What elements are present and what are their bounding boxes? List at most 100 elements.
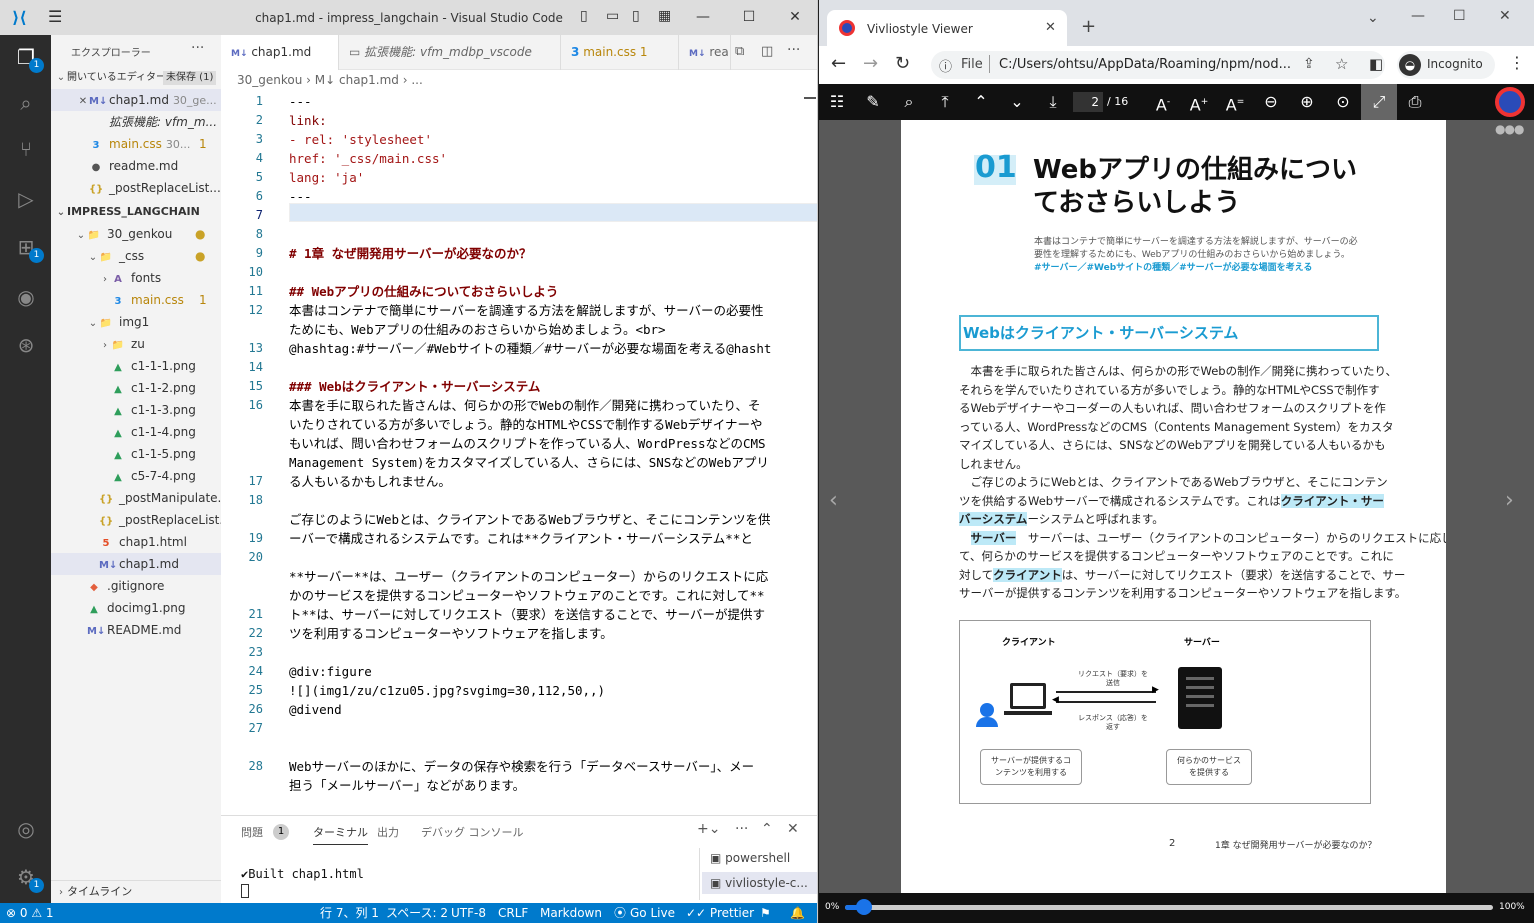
close-button[interactable]: ✕ xyxy=(1499,8,1511,24)
zoom-in-icon[interactable]: ⊕ xyxy=(1289,84,1325,120)
customize-layout-icon[interactable]: ▦ xyxy=(658,8,671,24)
share-icon[interactable]: ⇪ xyxy=(1303,56,1315,72)
source-control-icon[interactable]: ⑂ xyxy=(12,135,40,163)
tab-chap1-md[interactable]: M↓ chap1.md xyxy=(221,35,339,70)
zoom-out-icon[interactable]: ⊖ xyxy=(1253,84,1289,120)
search-icon[interactable]: ⌕ xyxy=(12,89,40,117)
page-number-input[interactable]: 2 xyxy=(1073,92,1103,112)
forward-icon[interactable]: → xyxy=(863,53,878,74)
extensions-icon[interactable]: ⊞ 1 xyxy=(12,233,44,263)
browser-tab[interactable]: Vivliostyle Viewer ✕ xyxy=(827,10,1067,46)
explorer-icon[interactable]: ❐ 1 xyxy=(12,43,44,73)
breadcrumb[interactable]: 30_genkou › M↓ chap1.md › ... xyxy=(237,73,423,87)
last-page-icon[interactable]: ⤓ xyxy=(1035,84,1071,120)
next-page-arrow-icon[interactable]: › xyxy=(1505,488,1514,513)
close-tab-icon[interactable]: ✕ xyxy=(1045,20,1056,35)
tab-output[interactable]: 出力 xyxy=(377,824,399,840)
status-problems[interactable]: ⊗ 0 ⚠ 1 xyxy=(6,903,54,923)
progress-knob[interactable] xyxy=(856,899,873,915)
next-page-icon[interactable]: ⌄ xyxy=(999,84,1035,120)
tree-item[interactable]: 5 chap1.html xyxy=(51,531,221,553)
font-reset-icon[interactable]: A= xyxy=(1217,84,1253,120)
open-editor-item[interactable]: 3 main.css 30... 1 xyxy=(51,133,221,155)
new-terminal-icon[interactable]: +⌄ xyxy=(697,821,720,837)
panel-more-icon[interactable]: ··· xyxy=(735,821,748,837)
back-icon[interactable]: ← xyxy=(831,53,846,74)
incognito-chip[interactable]: ◒ Incognito xyxy=(1397,51,1495,79)
bookmark-star-icon[interactable]: ☆ xyxy=(1335,55,1348,73)
tree-item[interactable]: ▲ c1-1-1.png xyxy=(51,355,221,377)
workspace-section[interactable]: ⌄ IMPRESS_LANGCHAIN xyxy=(51,201,221,223)
tree-item[interactable]: ⌄ 📁 _css ● xyxy=(51,245,221,267)
feedback-icon[interactable]: ⚑ xyxy=(760,903,771,923)
font-larger-icon[interactable]: A+ xyxy=(1181,84,1217,120)
reload-icon[interactable]: ↻ xyxy=(895,53,910,74)
tab-readme[interactable]: M↓ rea xyxy=(679,35,731,70)
toggle-panel-icon[interactable]: ▭ xyxy=(606,8,619,24)
tree-item[interactable]: › 📁 zu xyxy=(51,333,221,355)
tree-item[interactable]: ▲ c1-1-2.png xyxy=(51,377,221,399)
status-eol[interactable]: CRLF xyxy=(498,903,528,923)
close-panel-icon[interactable]: ✕ xyxy=(787,821,799,837)
open-editors-section[interactable]: ⌄ 開いているエディター 未保存 (1) xyxy=(51,67,221,89)
previous-page-icon[interactable]: ⌃ xyxy=(963,84,999,120)
more-actions-icon[interactable]: ··· xyxy=(191,40,204,56)
tree-item[interactable]: {} _postReplaceList... xyxy=(51,509,221,531)
tree-item[interactable]: ⌄ 📁 img1 xyxy=(51,311,221,333)
settings-gear-icon[interactable]: ⚙ 1 xyxy=(12,863,44,893)
timeline-section[interactable]: › タイムライン xyxy=(51,880,221,902)
editor-more-icon[interactable]: ··· xyxy=(787,42,800,58)
browser-menu-icon[interactable]: ⋮ xyxy=(1509,53,1525,72)
terminal-vivliostyle[interactable]: ▣ vivliostyle-c... xyxy=(702,872,817,894)
status-encoding[interactable]: UTF-8 xyxy=(451,903,486,923)
close-button[interactable]: ✕ xyxy=(772,0,817,35)
fit-to-screen-icon[interactable]: ⤢ xyxy=(1361,84,1397,120)
maximize-panel-icon[interactable]: ⌃ xyxy=(761,821,773,837)
first-page-icon[interactable]: ⤒ xyxy=(927,84,963,120)
tree-item[interactable]: ▲ c1-1-4.png xyxy=(51,421,221,443)
github-icon[interactable]: ◉ xyxy=(12,283,40,311)
tab-problems[interactable]: 問題 xyxy=(241,824,263,840)
side-panel-icon[interactable]: ◧ xyxy=(1369,55,1383,73)
find-icon[interactable]: ⌕ xyxy=(891,84,927,120)
print-icon[interactable]: ⎙ xyxy=(1397,84,1433,120)
tab-search-icon[interactable]: ⌄ xyxy=(1367,10,1379,26)
tab-extension[interactable]: ▭ 拡張機能: vfm_mdbp_vscode xyxy=(339,35,561,70)
open-preview-icon[interactable]: ⧉ xyxy=(735,44,744,59)
tree-item[interactable]: M↓ README.md xyxy=(51,619,221,641)
tab-main-css[interactable]: 3 main.css 1 xyxy=(561,35,679,70)
tab-terminal[interactable]: ターミナル xyxy=(313,824,368,845)
maximize-button[interactable]: ☐ xyxy=(1453,8,1466,24)
address-bar[interactable]: ⓘ File C:/Users/ohtsu/AppData/Roaming/np… xyxy=(931,51,1385,79)
vivliostyle-logo[interactable] xyxy=(1495,87,1525,117)
tree-item[interactable]: ▲ docimg1.png xyxy=(51,597,221,619)
close-icon[interactable]: ✕ xyxy=(77,91,89,111)
notifications-icon[interactable]: 🔔 xyxy=(790,903,805,923)
toc-icon[interactable]: ☷ xyxy=(819,84,855,120)
prev-page-arrow-icon[interactable]: ‹ xyxy=(829,488,838,513)
progress-track[interactable] xyxy=(845,905,1493,910)
toggle-secondary-icon[interactable]: ▯ xyxy=(632,8,640,24)
tree-item[interactable]: ▲ c1-1-3.png xyxy=(51,399,221,421)
tree-item[interactable]: 3 main.css 1 xyxy=(51,289,221,311)
terminal-powershell[interactable]: ▣ powershell xyxy=(710,851,790,865)
new-tab-icon[interactable]: + xyxy=(1081,16,1096,37)
status-prettier[interactable]: ✓✓ Prettier xyxy=(686,903,754,923)
status-position[interactable]: 行 7、列 1 xyxy=(320,903,379,923)
tree-item[interactable]: ◆ .gitignore xyxy=(51,575,221,597)
tree-item[interactable]: ▲ c5-7-4.png xyxy=(51,465,221,487)
maximize-button[interactable]: ☐ xyxy=(726,0,772,35)
account-icon[interactable]: ◎ xyxy=(12,815,40,843)
font-smaller-icon[interactable]: A- xyxy=(1145,84,1181,120)
status-indent[interactable]: スペース: 2 xyxy=(386,903,448,923)
open-editor-item[interactable]: ✕ M↓ chap1.md 30_ge... xyxy=(51,89,221,111)
open-editor-item[interactable]: {} _postReplaceList... xyxy=(51,177,221,199)
tab-debug-console[interactable]: デバッグ コンソール xyxy=(421,824,524,840)
run-debug-icon[interactable]: ▷ xyxy=(12,185,40,213)
open-editor-item[interactable]: 拡張機能: vfm_m... xyxy=(51,111,221,133)
status-language[interactable]: Markdown xyxy=(540,903,602,923)
split-editor-icon[interactable]: ◫ xyxy=(761,44,773,59)
tree-item[interactable]: ▲ c1-1-5.png xyxy=(51,443,221,465)
tree-item[interactable]: {} _postManipulate... xyxy=(51,487,221,509)
marker-icon[interactable]: ✎ xyxy=(855,84,891,120)
